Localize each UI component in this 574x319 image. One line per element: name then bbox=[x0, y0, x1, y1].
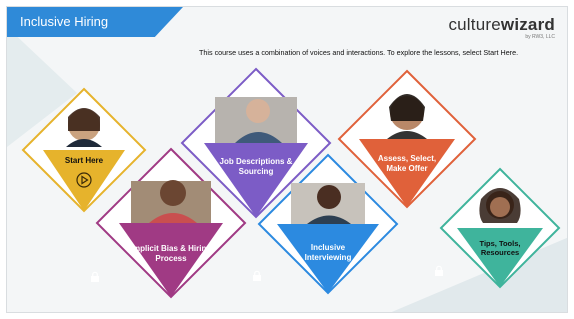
lesson-tile-inclusive-interviewing[interactable]: Inclusive Interviewing bbox=[253, 153, 399, 295]
bias-tile-diamond bbox=[95, 147, 247, 299]
instructions-text: This course uses a combination of voices… bbox=[199, 48, 519, 57]
lesson-label: Implicit Bias & Hiring Process bbox=[130, 244, 212, 263]
lesson-tile-implicit-bias[interactable]: Implicit Bias & Hiring Process bbox=[91, 147, 247, 299]
logo-text-bold: wizard bbox=[500, 15, 555, 34]
lesson-label: Inclusive Interviewing bbox=[304, 243, 352, 262]
culturewizard-logo: culturewizard by RW3, LLC bbox=[448, 15, 555, 40]
interview-tile-diamond bbox=[257, 153, 399, 295]
lock-icon bbox=[253, 270, 261, 281]
course-slide: Inclusive Hiring culturewizard by RW3, L… bbox=[6, 6, 568, 313]
course-title: Inclusive Hiring bbox=[20, 14, 109, 29]
lock-icon bbox=[91, 271, 99, 282]
lock-icon bbox=[435, 265, 443, 276]
lesson-tile-tips[interactable]: Tips, Tools, Resources bbox=[435, 167, 561, 289]
tips-tile-diamond bbox=[439, 167, 561, 289]
play-icon[interactable] bbox=[76, 172, 92, 188]
logo-text-light: culture bbox=[448, 15, 501, 34]
lesson-label: Tips, Tools, Resources bbox=[479, 239, 521, 258]
